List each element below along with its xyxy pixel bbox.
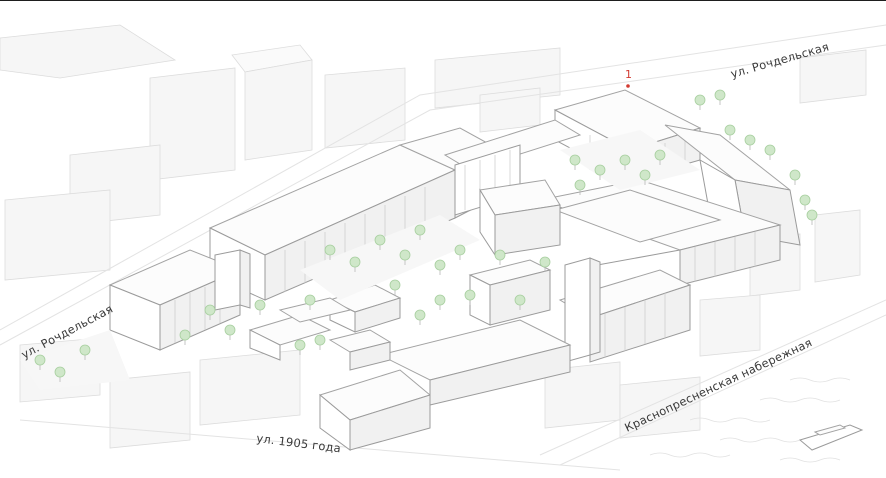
marker-label: 1	[625, 68, 632, 81]
tree	[254, 299, 266, 315]
tree	[414, 309, 426, 325]
tree	[224, 324, 236, 340]
tree	[764, 144, 776, 160]
map-marker[interactable]: 1	[625, 68, 632, 88]
tree	[454, 244, 466, 260]
boat-icon	[798, 424, 864, 451]
tree	[799, 194, 811, 210]
tree	[389, 279, 401, 295]
tree	[494, 249, 506, 265]
tree	[694, 94, 706, 110]
tree	[314, 334, 326, 350]
tree	[434, 294, 446, 310]
tree	[569, 154, 581, 170]
tree	[724, 124, 736, 140]
tree	[789, 169, 801, 185]
tree	[744, 134, 756, 150]
tree	[179, 329, 191, 345]
tree	[434, 259, 446, 275]
tree	[714, 89, 726, 105]
isometric-site-map: 1 ул. Рочдельская ул. Рочдельская ул. 19…	[0, 24, 886, 471]
